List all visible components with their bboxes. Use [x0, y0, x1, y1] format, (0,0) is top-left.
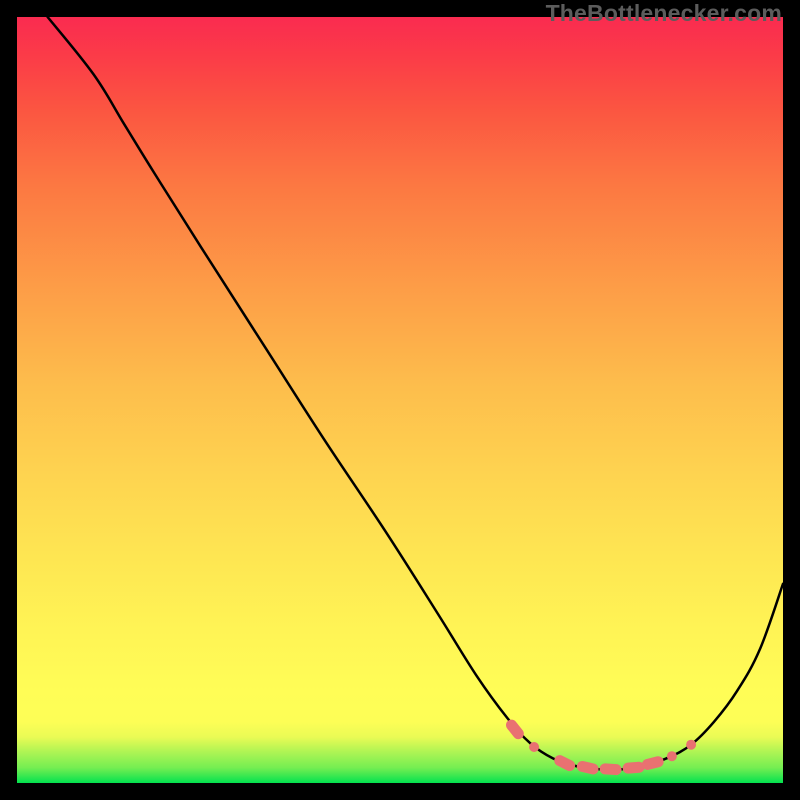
plot-area: [17, 17, 783, 783]
data-marker: [504, 717, 526, 741]
curve-svg: [17, 17, 783, 783]
watermark-text: TheBottlenecker.com: [546, 0, 782, 27]
data-marker: [686, 740, 696, 750]
data-marker: [552, 753, 577, 773]
data-marker: [667, 751, 677, 761]
marker-group: [504, 717, 696, 775]
data-marker: [599, 763, 622, 775]
data-marker: [576, 760, 600, 776]
chart-frame: TheBottlenecker.com: [0, 0, 800, 800]
bottleneck-curve: [48, 17, 783, 770]
data-marker: [622, 761, 645, 774]
data-marker: [641, 755, 665, 771]
data-marker: [529, 742, 539, 752]
